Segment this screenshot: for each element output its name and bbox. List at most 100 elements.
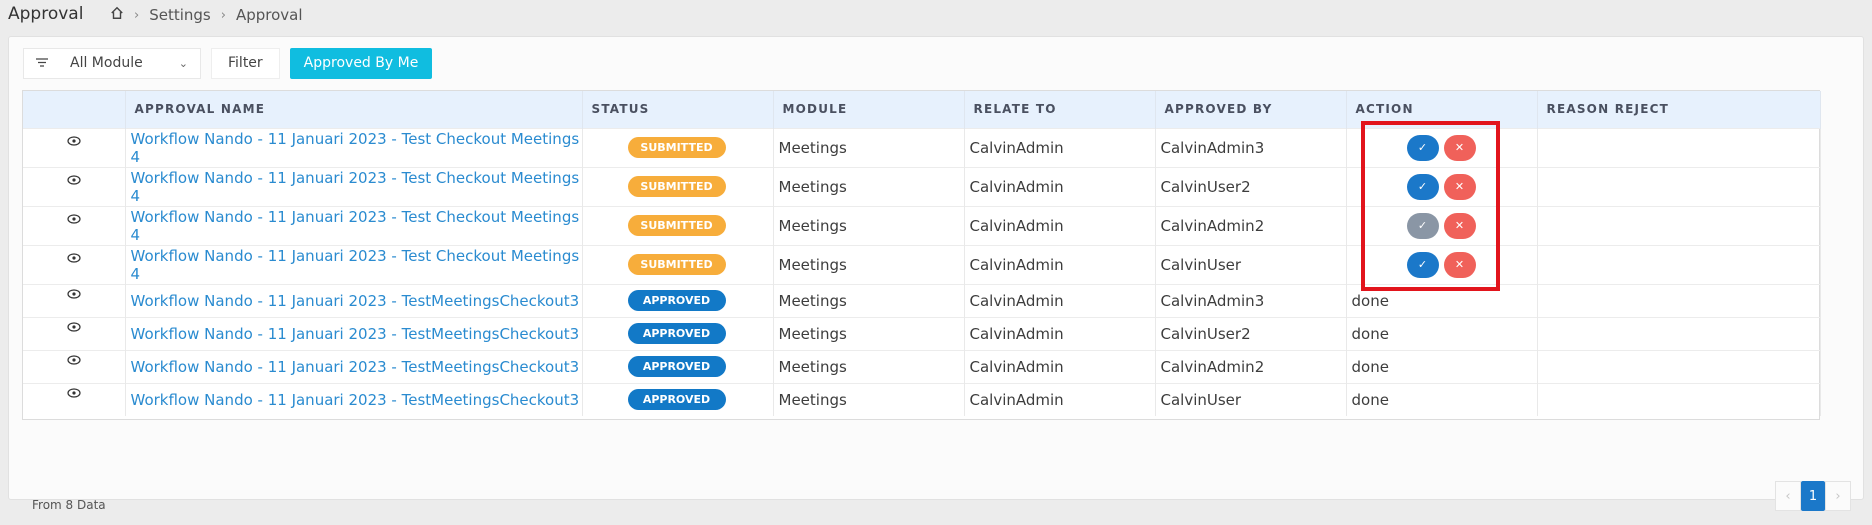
approved-by-cell: CalvinAdmin2 bbox=[1155, 349, 1347, 383]
status-cell: APPROVED bbox=[582, 316, 774, 350]
page-number-button[interactable]: 1 bbox=[1801, 481, 1825, 511]
eye-icon[interactable] bbox=[67, 289, 81, 310]
status-cell: SUBMITTED bbox=[582, 127, 774, 167]
header-approval-name[interactable]: APPROVAL NAME bbox=[125, 91, 583, 128]
module-cell: Meetings bbox=[773, 205, 965, 245]
relate-to-cell: CalvinAdmin bbox=[964, 127, 1156, 167]
header-reason-reject[interactable]: REASON REJECT bbox=[1537, 91, 1821, 128]
filter-lines-icon bbox=[36, 55, 50, 71]
view-cell bbox=[23, 283, 126, 317]
status-cell: SUBMITTED bbox=[582, 205, 774, 245]
status-cell: APPROVED bbox=[582, 382, 774, 416]
next-page-button[interactable]: › bbox=[1825, 481, 1851, 511]
approved-by-cell: CalvinUser bbox=[1155, 244, 1347, 284]
reject-close-icon[interactable]: ✕ bbox=[1443, 251, 1476, 278]
reason-reject-cell bbox=[1537, 283, 1821, 317]
module-cell: Meetings bbox=[773, 127, 965, 167]
status-cell: SUBMITTED bbox=[582, 166, 774, 206]
approved-by-cell: CalvinUser2 bbox=[1155, 316, 1347, 350]
reject-close-icon[interactable]: ✕ bbox=[1443, 212, 1476, 239]
approved-by-cell: CalvinUser2 bbox=[1155, 166, 1347, 206]
prev-page-button[interactable]: ‹ bbox=[1775, 481, 1801, 511]
module-select[interactable]: All Module ⌄ bbox=[23, 47, 201, 79]
approval-name-cell: Workflow Nando - 11 Januari 2023 - Test … bbox=[125, 205, 583, 245]
eye-icon[interactable] bbox=[67, 136, 81, 157]
page-title: Approval bbox=[8, 4, 84, 24]
table-row: Workflow Nando - 11 Januari 2023 - TestM… bbox=[23, 316, 1821, 350]
reason-reject-cell bbox=[1537, 349, 1821, 383]
action-cell: done bbox=[1346, 316, 1538, 350]
module-select-value: All Module bbox=[70, 55, 143, 71]
eye-icon[interactable] bbox=[67, 355, 81, 376]
relate-to-cell: CalvinAdmin bbox=[964, 349, 1156, 383]
approved-by-cell: CalvinAdmin3 bbox=[1155, 283, 1347, 317]
approval-name-link[interactable]: Workflow Nando - 11 Januari 2023 - TestM… bbox=[131, 292, 580, 310]
approve-check-icon[interactable]: ✓ bbox=[1406, 212, 1439, 239]
approval-name-link[interactable]: Workflow Nando - 11 Januari 2023 - TestM… bbox=[131, 391, 580, 409]
status-badge: APPROVED bbox=[627, 356, 726, 377]
home-icon[interactable] bbox=[110, 6, 124, 24]
status-badge: SUBMITTED bbox=[627, 176, 726, 197]
status-cell: APPROVED bbox=[582, 283, 774, 317]
action-cell: done bbox=[1346, 349, 1538, 383]
header-status[interactable]: STATUS bbox=[582, 91, 774, 128]
approval-name-link[interactable]: Workflow Nando - 11 Januari 2023 - Test … bbox=[131, 130, 580, 166]
eye-icon[interactable] bbox=[67, 388, 81, 409]
header-relate-to[interactable]: RELATE TO bbox=[964, 91, 1156, 128]
approval-name-link[interactable]: Workflow Nando - 11 Januari 2023 - TestM… bbox=[131, 325, 580, 343]
approval-name-link[interactable]: Workflow Nando - 11 Januari 2023 - Test … bbox=[131, 169, 580, 205]
eye-icon[interactable] bbox=[67, 214, 81, 235]
action-cell: ✓ ✕ bbox=[1346, 205, 1538, 245]
reason-reject-cell bbox=[1537, 382, 1821, 416]
approval-name-cell: Workflow Nando - 11 Januari 2023 - Test … bbox=[125, 166, 583, 206]
reason-reject-cell bbox=[1537, 316, 1821, 350]
module-cell: Meetings bbox=[773, 316, 965, 350]
view-cell bbox=[23, 166, 126, 206]
breadcrumb: › Settings › Approval bbox=[110, 6, 303, 24]
header-view bbox=[23, 91, 126, 128]
approved-by-cell: CalvinAdmin2 bbox=[1155, 205, 1347, 245]
action-cell: ✓ ✕ bbox=[1346, 244, 1538, 284]
pagination: ‹ 1 › bbox=[1775, 481, 1851, 511]
eye-icon[interactable] bbox=[67, 175, 81, 196]
approval-name-cell: Workflow Nando - 11 Januari 2023 - Test … bbox=[125, 244, 583, 284]
approval-name-cell: Workflow Nando - 11 Januari 2023 - TestM… bbox=[125, 316, 583, 350]
approve-check-icon[interactable]: ✓ bbox=[1406, 251, 1439, 278]
relate-to-cell: CalvinAdmin bbox=[964, 205, 1156, 245]
filter-button[interactable]: Filter bbox=[211, 47, 280, 79]
header-action: ACTION bbox=[1346, 91, 1538, 128]
approval-table: APPROVAL NAME STATUS MODULE RELATE TO AP… bbox=[22, 90, 1821, 420]
approve-check-icon[interactable]: ✓ bbox=[1406, 134, 1439, 161]
table-row: Workflow Nando - 11 Januari 2023 - Test … bbox=[23, 166, 1821, 206]
module-cell: Meetings bbox=[773, 244, 965, 284]
approval-name-link[interactable]: Workflow Nando - 11 Januari 2023 - Test … bbox=[131, 247, 580, 283]
approved-by-me-button[interactable]: Approved By Me bbox=[289, 47, 433, 79]
approval-name-link[interactable]: Workflow Nando - 11 Januari 2023 - TestM… bbox=[131, 358, 580, 376]
eye-icon[interactable] bbox=[67, 322, 81, 343]
table-row: Workflow Nando - 11 Januari 2023 - TestM… bbox=[23, 283, 1821, 317]
reason-reject-cell bbox=[1537, 205, 1821, 245]
table-row: Workflow Nando - 11 Januari 2023 - TestM… bbox=[23, 349, 1821, 383]
reject-close-icon[interactable]: ✕ bbox=[1443, 134, 1476, 161]
reject-close-icon[interactable]: ✕ bbox=[1443, 173, 1476, 200]
toolbar: All Module ⌄ Filter Approved By Me bbox=[23, 47, 433, 79]
header-approved-by[interactable]: APPROVED BY bbox=[1155, 91, 1347, 128]
view-cell bbox=[23, 382, 126, 416]
action-cell: ✓ ✕ bbox=[1346, 166, 1538, 206]
table-header-row: APPROVAL NAME STATUS MODULE RELATE TO AP… bbox=[23, 91, 1821, 128]
eye-icon[interactable] bbox=[67, 253, 81, 274]
action-cell: ✓ ✕ bbox=[1346, 127, 1538, 167]
header-module[interactable]: MODULE bbox=[773, 91, 965, 128]
table-row: Workflow Nando - 11 Januari 2023 - Test … bbox=[23, 244, 1821, 284]
breadcrumb-settings[interactable]: Settings bbox=[149, 6, 211, 24]
status-badge: APPROVED bbox=[627, 389, 726, 411]
approval-name-link[interactable]: Workflow Nando - 11 Januari 2023 - Test … bbox=[131, 208, 580, 244]
approval-card: All Module ⌄ Filter Approved By Me APPRO… bbox=[8, 36, 1864, 512]
breadcrumb-separator: › bbox=[220, 7, 226, 23]
top-bar: Approval › Settings › Approval bbox=[0, 0, 1872, 28]
approved-by-cell: CalvinAdmin3 bbox=[1155, 127, 1347, 167]
approval-name-cell: Workflow Nando - 11 Januari 2023 - TestM… bbox=[125, 349, 583, 383]
chevron-down-icon: ⌄ bbox=[178, 56, 188, 70]
approve-check-icon[interactable]: ✓ bbox=[1406, 173, 1439, 200]
module-cell: Meetings bbox=[773, 382, 965, 416]
